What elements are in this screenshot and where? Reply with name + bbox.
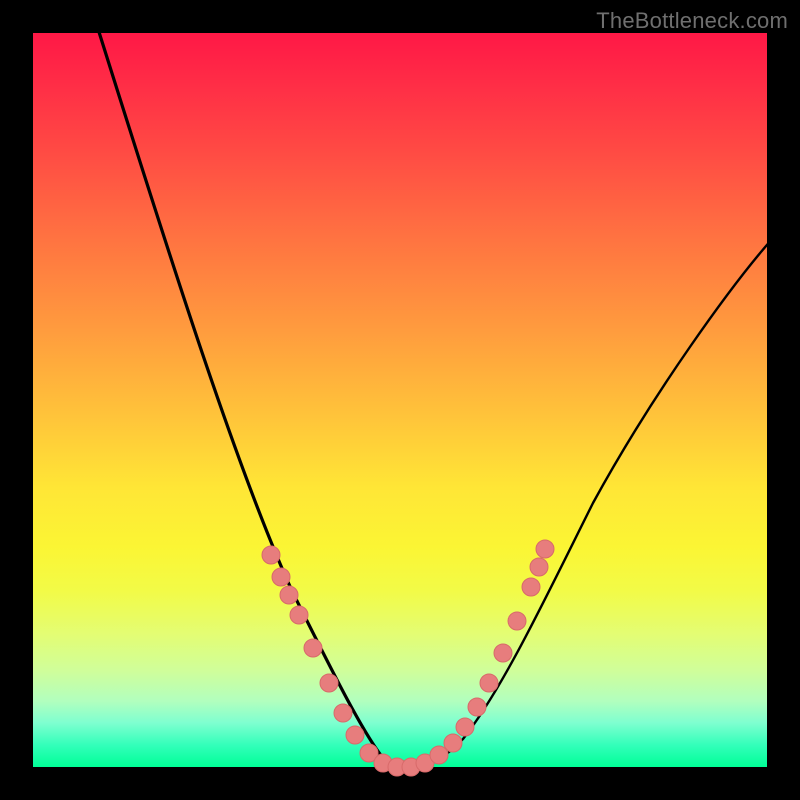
- chart-svg: [33, 33, 767, 767]
- data-marker: [536, 540, 554, 558]
- data-marker: [456, 718, 474, 736]
- data-marker: [290, 606, 308, 624]
- data-marker: [468, 698, 486, 716]
- data-marker: [334, 704, 352, 722]
- chart-plot-area: [33, 33, 767, 767]
- data-marker: [304, 639, 322, 657]
- chart-frame: TheBottleneck.com: [0, 0, 800, 800]
- data-marker: [430, 746, 448, 764]
- curve-group: [93, 13, 773, 767]
- data-marker: [444, 734, 462, 752]
- curve-right: [407, 238, 773, 767]
- data-marker: [320, 674, 338, 692]
- data-marker: [346, 726, 364, 744]
- data-marker: [272, 568, 290, 586]
- data-marker: [280, 586, 298, 604]
- data-marker: [530, 558, 548, 576]
- curve-left: [93, 13, 407, 767]
- watermark-text: TheBottleneck.com: [596, 8, 788, 34]
- data-marker: [508, 612, 526, 630]
- data-marker: [262, 546, 280, 564]
- data-marker: [522, 578, 540, 596]
- data-marker: [494, 644, 512, 662]
- marker-layer: [262, 540, 554, 776]
- data-marker: [480, 674, 498, 692]
